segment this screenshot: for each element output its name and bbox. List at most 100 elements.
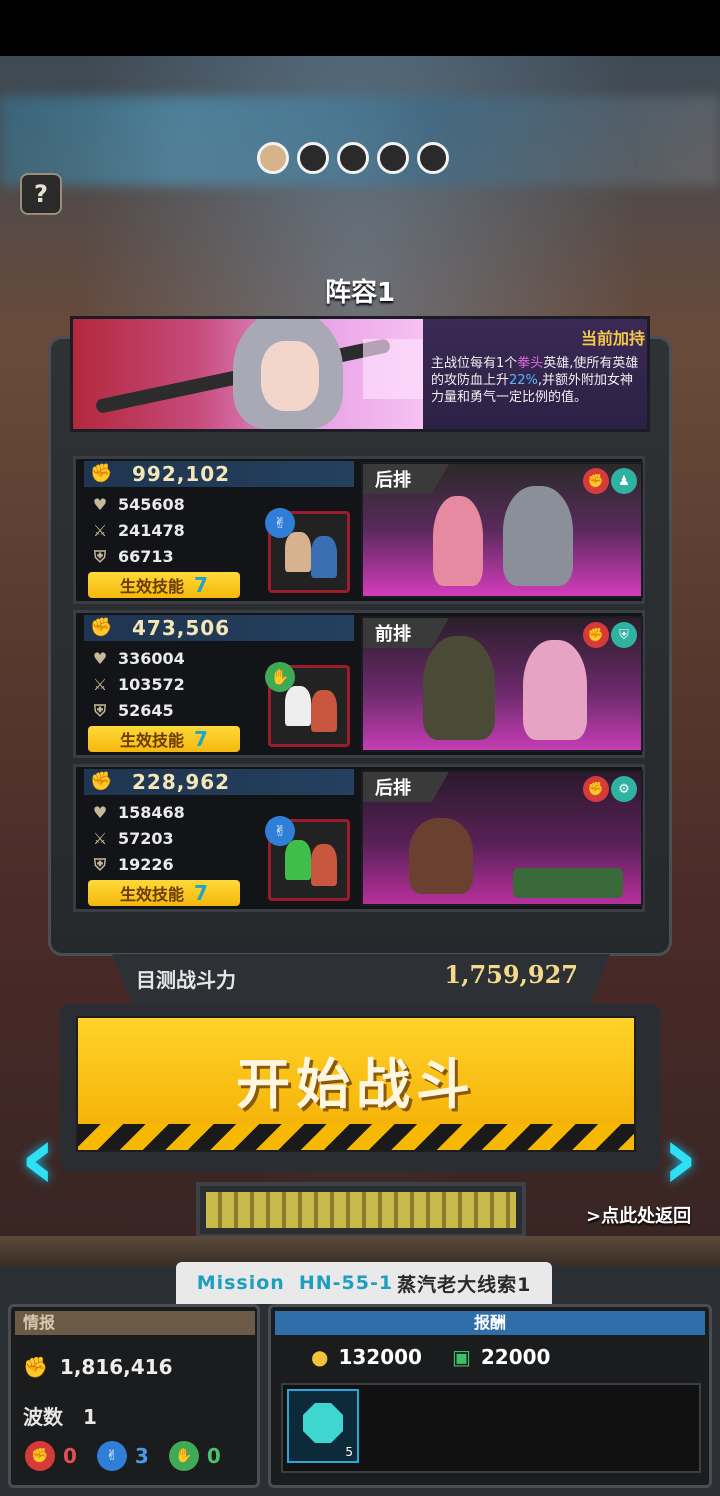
- sword-icon: ⚔: [92, 675, 108, 694]
- plant-decoration: [513, 868, 623, 898]
- start-battle-label: 开始战斗: [236, 1053, 476, 1116]
- palm-icon: ✋: [168, 1441, 199, 1471]
- enemy-type-scissors: ✌ 3: [96, 1441, 149, 1471]
- heart-icon: ♥: [92, 649, 108, 668]
- intel-title: 情报: [15, 1311, 255, 1335]
- hero-scene[interactable]: 前排 ✊ ⛨: [361, 616, 643, 752]
- next-team-arrow-icon[interactable]: ›: [652, 1106, 708, 1209]
- gold-reward: ● 132000: [311, 1345, 422, 1369]
- spirit-icon: ♟: [611, 468, 637, 494]
- position-tag: 后排: [363, 772, 449, 802]
- reward-title: 报酬: [275, 1311, 705, 1335]
- pager-dot-1[interactable]: [257, 142, 289, 174]
- start-battle-button[interactable]: 开始战斗: [76, 1016, 636, 1152]
- enemy-types: ✊ 0 ✌ 3 ✋ 0: [25, 1441, 221, 1471]
- hero-sprite: [433, 496, 483, 586]
- position-tag: 后排: [363, 464, 449, 494]
- def-stat: ⛨ 66713: [90, 547, 174, 567]
- reward-panel: 报酬 ● 132000 ▣ 22000 5: [268, 1304, 712, 1488]
- bonus-title: 当前加持: [580, 329, 645, 348]
- reward-items: 5: [281, 1383, 701, 1473]
- hp-stat: ♥ 336004: [90, 649, 185, 668]
- shield-icon: ⛨: [93, 701, 106, 720]
- energy-gauge: [196, 1182, 526, 1238]
- help-button[interactable]: ?: [20, 173, 62, 215]
- hp-stat: ♥ 158468: [90, 803, 185, 822]
- atk-stat: ⚔ 241478: [90, 521, 185, 540]
- estimated-power-label: 目测战斗力: [136, 968, 236, 992]
- shield-icon: ⛨: [93, 855, 106, 874]
- wave-count: 波数 1: [23, 1405, 97, 1429]
- fist-icon: ✊: [90, 463, 113, 484]
- active-skills-button[interactable]: 生效技能 7: [88, 726, 240, 752]
- hero-scene[interactable]: 后排 ✊ ⚙: [361, 770, 643, 906]
- enemy-type-palm: ✋ 0: [168, 1441, 221, 1471]
- fist-icon: ✊: [583, 468, 609, 494]
- hp-stat: ♥ 545608: [90, 495, 185, 514]
- mission-prefix: Mission: [196, 1272, 285, 1294]
- hero-sprite: [523, 640, 587, 740]
- bonus-info: 当前加持 主战位每有1个拳头英雄,使所有英雄的攻防血上升22%,并额外附加女神力…: [423, 319, 647, 429]
- hero-power: 228,962: [132, 770, 231, 794]
- cash-icon: ▣: [451, 1345, 471, 1369]
- gear-icon: ⚙: [611, 776, 637, 802]
- bonus-text: 主战位每有1个拳头英雄,使所有英雄的攻防血上升22%,并额外附加女神力量和勇气一…: [431, 356, 639, 405]
- def-stat: ⛨ 52645: [90, 701, 174, 721]
- fist-icon: ✊: [583, 776, 609, 802]
- mission-tab: Mission HN-55-1 蒸汽老大线索1: [176, 1262, 552, 1304]
- sword-icon: ⚔: [92, 521, 108, 540]
- class-icons: ✊ ⛨: [583, 622, 637, 648]
- heart-icon: ♥: [92, 803, 108, 822]
- hazard-stripes: [78, 1124, 634, 1150]
- hero-slot-3[interactable]: ✊ 228,962 ♥ 158468 ⚔ 57203 ⛨ 19226 生效技能 7 ✌ …: [73, 764, 645, 912]
- power-bar: ✊ 473,506: [84, 615, 354, 641]
- def-stat: ⛨ 19226: [90, 855, 174, 875]
- pager-dot-3[interactable]: [337, 142, 369, 174]
- back-link[interactable]: >点此处返回: [586, 1202, 691, 1228]
- enemy-type-fist: ✊ 0: [25, 1441, 77, 1471]
- shield-icon: ⛨: [611, 622, 637, 648]
- active-skills-button[interactable]: 生效技能 7: [88, 572, 240, 598]
- fist-icon: ✊: [583, 622, 609, 648]
- sword-icon: ⚔: [92, 829, 108, 848]
- scissors-icon: ✌: [96, 1441, 127, 1471]
- status-bar: [0, 0, 720, 56]
- hero-sprite: [423, 636, 495, 740]
- class-icons: ✊ ♟: [583, 468, 637, 494]
- shield-icon: ⛨: [93, 547, 106, 566]
- hero-slot-2[interactable]: ✊ 473,506 ♥ 336004 ⚔ 103572 ⛨ 52645 生效技能 7 ✋…: [73, 610, 645, 758]
- estimated-power-value: 1,759,927: [444, 960, 578, 989]
- pager-dot-4[interactable]: [377, 142, 409, 174]
- fist-icon: ✊: [23, 1355, 48, 1379]
- cash-reward: ▣ 22000: [451, 1345, 551, 1369]
- bonus-banner: 当前加持 主战位每有1个拳头英雄,使所有英雄的攻防血上升22%,并额外附加女神力…: [70, 316, 650, 432]
- intel-panel: 情报 ✊ 1,816,416 波数 1 ✊ 0 ✌ 3 ✋ 0: [8, 1304, 260, 1488]
- heart-icon: ♥: [92, 495, 108, 514]
- pager-dot-2[interactable]: [297, 142, 329, 174]
- team-pager: [257, 142, 449, 174]
- hero-power: 992,102: [132, 462, 231, 486]
- gem-icon: [303, 1403, 343, 1443]
- prev-team-arrow-icon[interactable]: ‹: [10, 1106, 66, 1209]
- fist-icon: ✊: [25, 1441, 55, 1471]
- hero-power: 473,506: [132, 616, 231, 640]
- mission-code: HN-55-1: [298, 1272, 394, 1294]
- mission-name: 蒸汽老大线索1: [397, 1273, 532, 1296]
- support-hero-card[interactable]: ✌: [265, 508, 350, 593]
- atk-stat: ⚔ 57203: [90, 829, 174, 848]
- hero-slot-1[interactable]: ✊ 992,102 ♥ 545608 ⚔ 241478 ⛨ 66713 生效技能 7 ✌…: [73, 456, 645, 604]
- reward-currencies: ● 132000 ▣ 22000: [311, 1345, 550, 1369]
- hero-portrait: [73, 319, 423, 429]
- reward-item-gem[interactable]: 5: [287, 1389, 359, 1463]
- estimated-power-bar: 目测战斗力 1,759,927: [112, 954, 610, 1004]
- pager-dot-5[interactable]: [417, 142, 449, 174]
- fist-icon: ✊: [90, 617, 113, 638]
- item-count: 5: [345, 1445, 353, 1459]
- support-hero-card[interactable]: ✌: [265, 816, 350, 901]
- support-hero-card[interactable]: ✋: [265, 662, 350, 747]
- fist-icon: ✊: [90, 771, 113, 792]
- power-bar: ✊ 992,102: [84, 461, 354, 487]
- hero-scene[interactable]: 后排 ✊ ♟: [361, 462, 643, 598]
- hero-sprite: [409, 818, 473, 894]
- active-skills-button[interactable]: 生效技能 7: [88, 880, 240, 906]
